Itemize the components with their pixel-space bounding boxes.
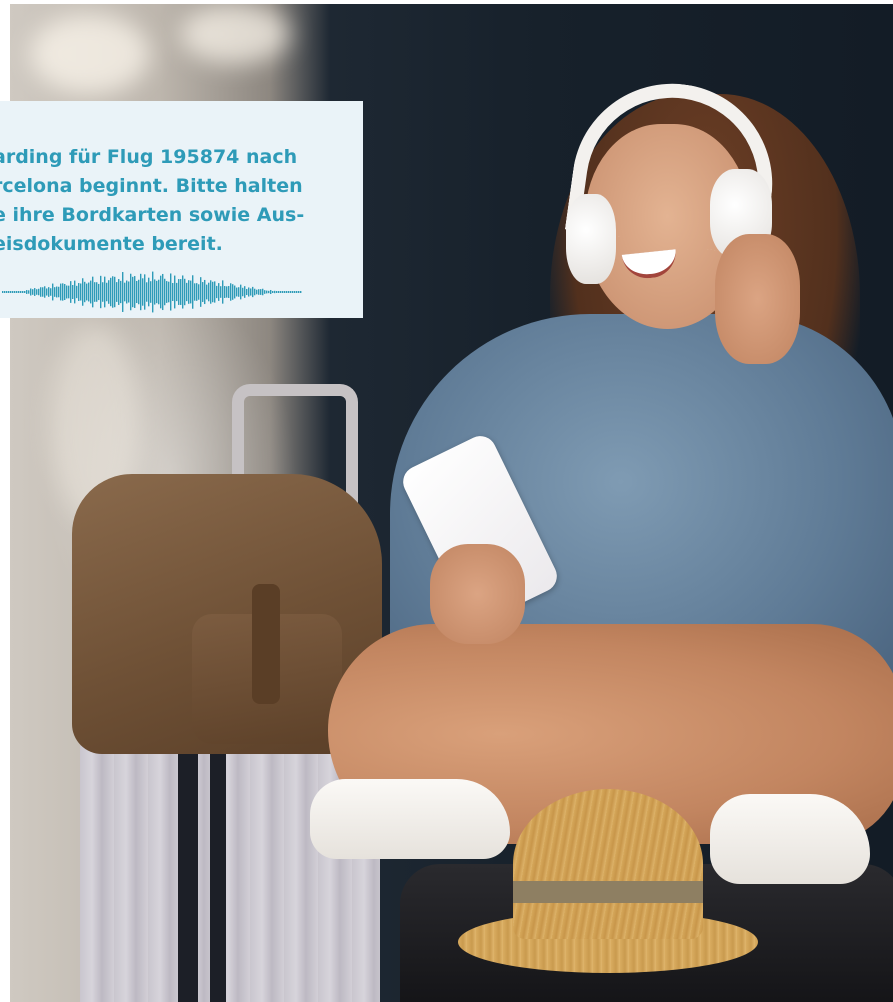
suitcase [80, 734, 380, 1002]
audio-waveform-icon [2, 271, 302, 313]
hand-holding-phone [430, 544, 525, 644]
announcement-line: e ihre Bordkarten sowie Aus- [0, 204, 305, 226]
hat-crown [513, 789, 703, 939]
announcement-text: arding für Flug 195874 nach rcelona begi… [0, 143, 353, 259]
announcement-line: arding für Flug 195874 nach [0, 146, 298, 168]
suitcase-strap [210, 734, 226, 1002]
backpack-strap [252, 584, 280, 704]
hand-on-headphones [715, 234, 800, 364]
announcement-line: rcelona beginnt. Bitte halten [0, 175, 303, 197]
straw-hat [458, 789, 758, 974]
hat-band [513, 881, 703, 903]
headphones-cup-left [566, 194, 616, 284]
suitcase-strap [178, 734, 198, 1002]
announcement-line: eisdokumente bereit. [0, 233, 223, 255]
blurred-light [30, 14, 150, 94]
blurred-light [180, 4, 290, 64]
